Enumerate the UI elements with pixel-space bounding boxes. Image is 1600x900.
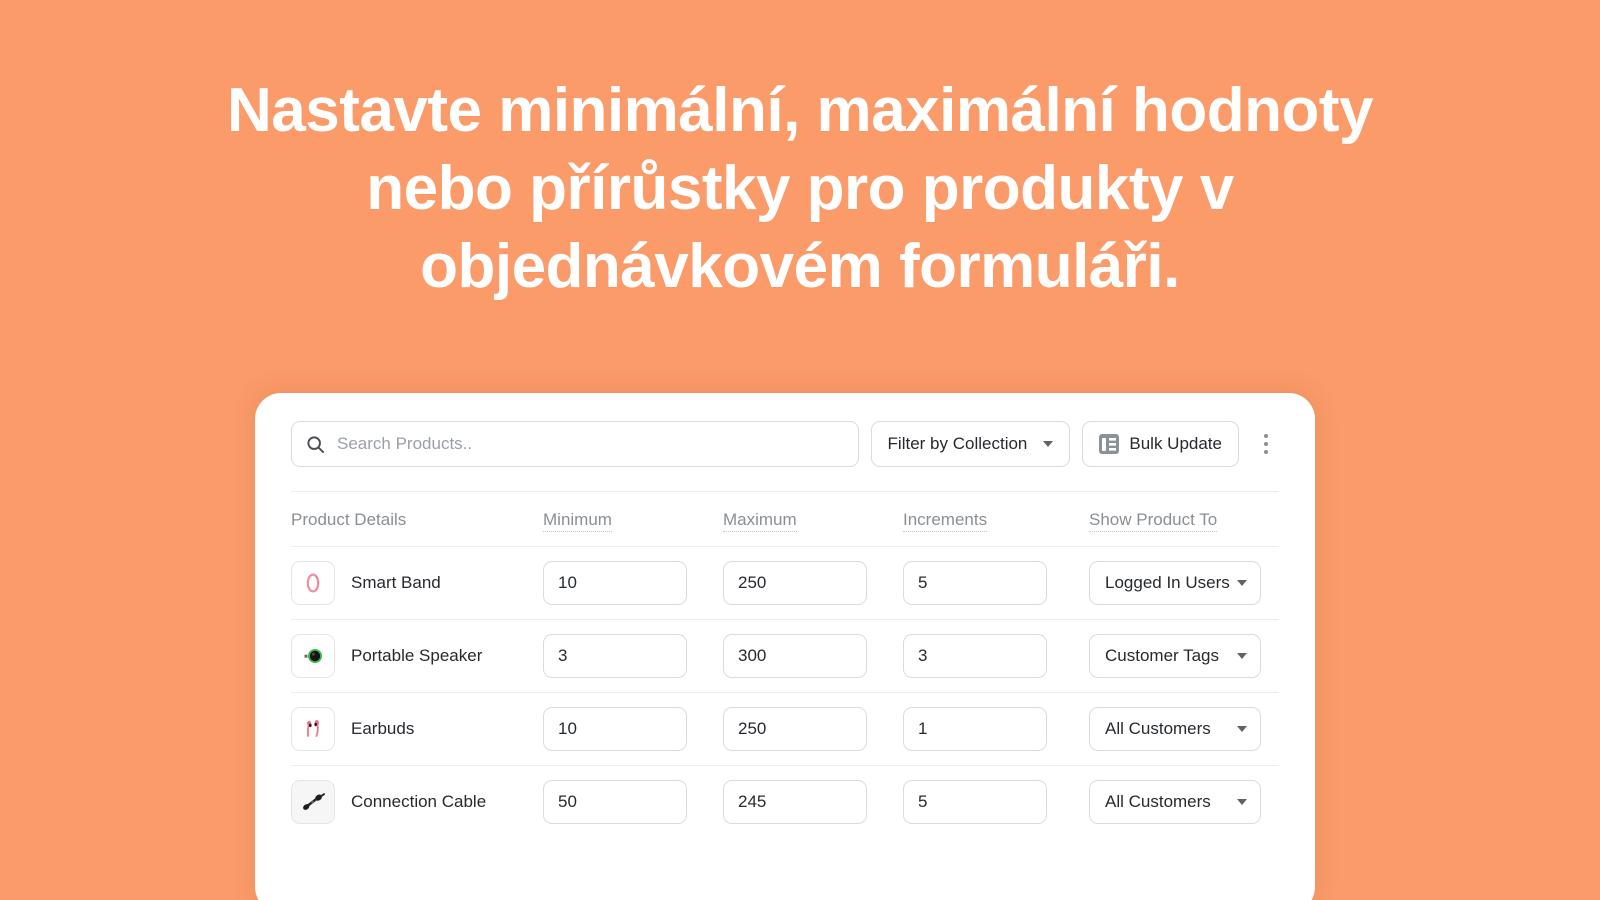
show-product-to-select[interactable]: All Customers (1089, 707, 1261, 751)
page-title: Nastavte minimální, maximální hodnoty ne… (227, 76, 1374, 302)
increments-input[interactable] (903, 707, 1047, 751)
column-header-show-product-to: Show Product To (1089, 491, 1279, 547)
minimum-input[interactable] (543, 634, 687, 678)
chevron-down-icon (1237, 726, 1247, 732)
product-cell: Earbuds (291, 692, 543, 766)
increments-cell (903, 619, 1089, 693)
increments-cell (903, 692, 1089, 766)
minimum-input[interactable] (543, 707, 687, 751)
search-input[interactable] (337, 434, 844, 454)
show-product-to-select[interactable]: All Customers (1089, 780, 1261, 824)
maximum-input[interactable] (723, 780, 867, 824)
search-field[interactable] (291, 421, 859, 467)
show-product-to-value: Customer Tags (1105, 646, 1220, 665)
column-header-increments: Increments (903, 491, 1089, 547)
show-product-to-value: Logged In Users (1105, 573, 1230, 592)
increments-input[interactable] (903, 780, 1047, 824)
minimum-input[interactable] (543, 780, 687, 824)
list-icon (1099, 434, 1120, 454)
minimum-cell (543, 619, 723, 693)
product-name: Connection Cable (351, 792, 487, 811)
filter-by-collection-button[interactable]: Filter by Collection (870, 421, 1071, 467)
bulk-update-button[interactable]: Bulk Update (1082, 421, 1239, 467)
increments-input[interactable] (903, 561, 1047, 605)
maximum-cell (723, 619, 903, 693)
table-row: Smart Band Logged In Users (291, 546, 1279, 620)
table-row: Connection Cable All Customers (291, 765, 1279, 838)
hero-section: Nastavte minimální, maximální hodnoty ne… (0, 0, 1600, 306)
product-name: Earbuds (351, 719, 415, 738)
portable-speaker-thumbnail (291, 634, 335, 678)
maximum-cell (723, 692, 903, 766)
kebab-menu-icon (1264, 434, 1268, 438)
table-row: Portable Speaker Customer Tags (291, 619, 1279, 693)
filter-by-collection-label: Filter by Collection (887, 434, 1028, 453)
maximum-cell (723, 546, 903, 620)
product-name: Portable Speaker (351, 646, 483, 665)
kebab-menu-icon (1264, 442, 1268, 446)
product-name: Smart Band (351, 573, 441, 592)
show-product-to-value: All Customers (1105, 792, 1211, 811)
chevron-down-icon (1237, 580, 1247, 586)
show-product-to-value: All Customers (1105, 719, 1211, 738)
increments-cell (903, 765, 1089, 838)
chevron-down-icon (1237, 653, 1247, 659)
chevron-down-icon (1043, 441, 1054, 447)
maximum-input[interactable] (723, 561, 867, 605)
maximum-cell (723, 765, 903, 838)
overflow-menu-button[interactable] (1253, 421, 1279, 467)
show-product-to-cell: All Customers (1089, 765, 1279, 838)
connection-cable-thumbnail (291, 780, 335, 824)
minimum-input[interactable] (543, 561, 687, 605)
product-cell: Connection Cable (291, 765, 543, 838)
show-product-to-cell: All Customers (1089, 692, 1279, 766)
product-rules-card: Filter by Collection Bulk Update (255, 393, 1315, 900)
show-product-to-cell: Customer Tags (1089, 619, 1279, 693)
product-cell: Smart Band (291, 546, 543, 620)
kebab-menu-icon (1264, 450, 1268, 454)
show-product-to-cell: Logged In Users (1089, 546, 1279, 620)
table-header-row: Product Details Minimum Maximum Incremen… (291, 491, 1279, 547)
show-product-to-select[interactable]: Customer Tags (1089, 634, 1261, 678)
product-rules-table: Product Details Minimum Maximum Incremen… (291, 491, 1279, 838)
column-header-minimum: Minimum (543, 491, 723, 547)
minimum-cell (543, 765, 723, 838)
product-cell: Portable Speaker (291, 619, 543, 693)
maximum-input[interactable] (723, 707, 867, 751)
maximum-input[interactable] (723, 634, 867, 678)
increments-input[interactable] (903, 634, 1047, 678)
increments-cell (903, 546, 1089, 620)
show-product-to-select[interactable]: Logged In Users (1089, 561, 1261, 605)
smart-band-thumbnail (291, 561, 335, 605)
search-icon (306, 435, 325, 454)
table-row: Earbuds All Customers (291, 692, 1279, 766)
minimum-cell (543, 546, 723, 620)
earbuds-thumbnail (291, 707, 335, 751)
column-header-product-details: Product Details (291, 491, 543, 547)
minimum-cell (543, 692, 723, 766)
bulk-update-label: Bulk Update (1129, 434, 1222, 453)
column-header-maximum: Maximum (723, 491, 903, 547)
chevron-down-icon (1237, 799, 1247, 805)
toolbar: Filter by Collection Bulk Update (291, 421, 1279, 491)
